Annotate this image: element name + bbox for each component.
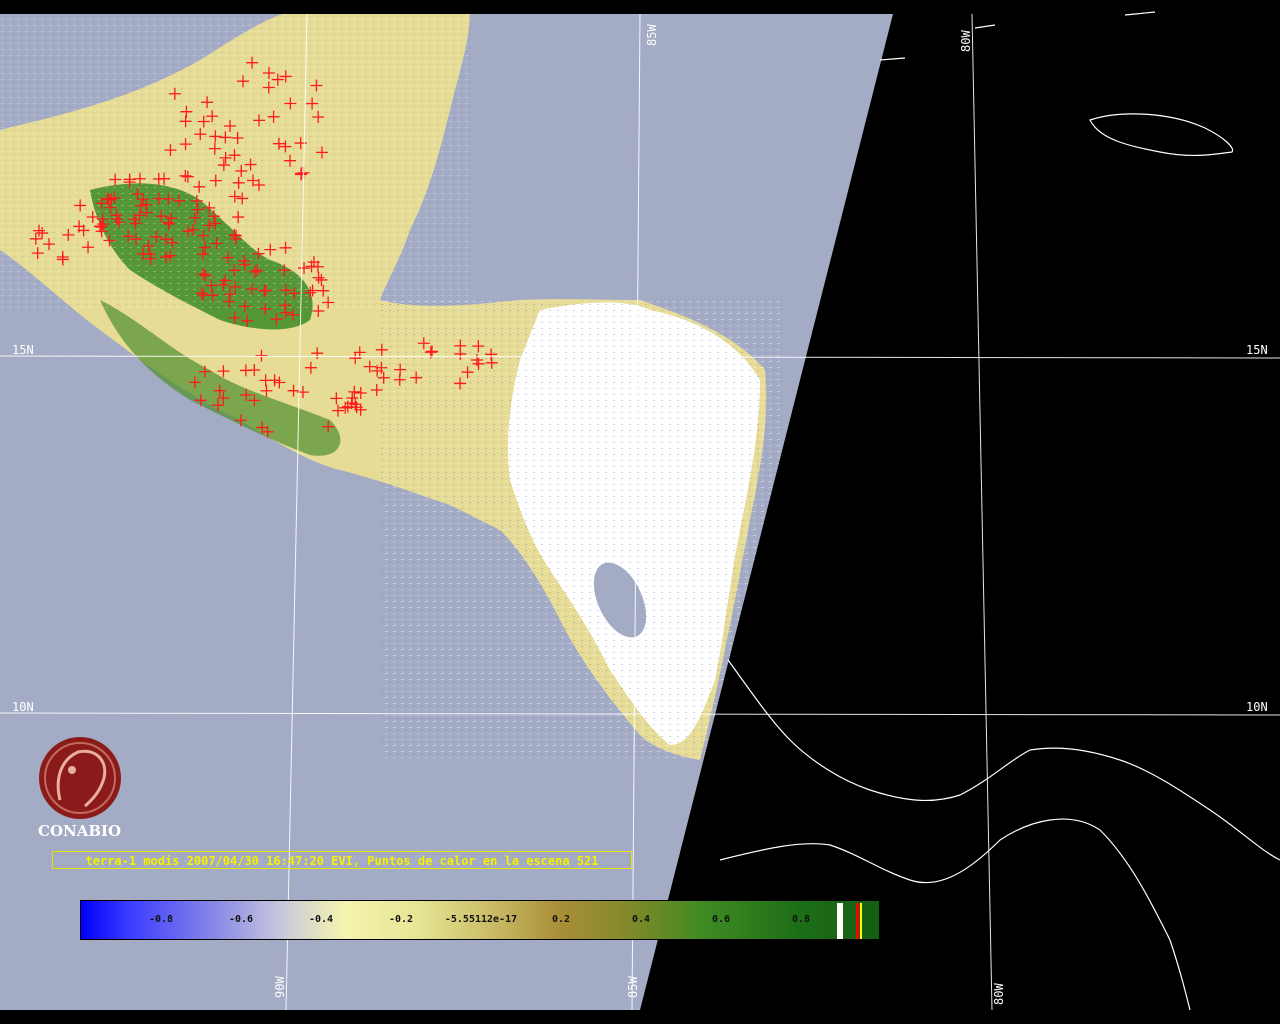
image-caption: terra-1 modis 2007/04/30 16:47:20 EVI, P…: [52, 851, 632, 869]
colorbar-swatch-white: [837, 903, 843, 939]
label-10n-right: 10N: [1246, 700, 1268, 714]
label-15n-left: 15N: [12, 343, 34, 357]
label-15n-right: 15N: [1246, 343, 1268, 357]
label-85w-bottom: 85W: [626, 976, 640, 998]
label-90w-bottom: 90W: [273, 976, 287, 998]
label-80w-top: 80W: [959, 30, 973, 52]
colorbar-tick: 0.4: [631, 914, 651, 925]
colorbar-swatch-yellow: [860, 903, 862, 939]
logo-text: CONABIO: [38, 822, 122, 840]
satellite-map: 15N 15N 10N 10N 85W 80W 90W 85W 80W: [0, 0, 1280, 1024]
label-80w-bottom: 80W: [992, 983, 1006, 1005]
colorbar-tick: 0.2: [551, 914, 571, 925]
colorbar-tick: -0.6: [228, 914, 254, 925]
conabio-logo: [39, 737, 121, 819]
colorbar-tick: 0.6: [711, 914, 731, 925]
label-10n-left: 10N: [12, 700, 34, 714]
colorbar-tick: -0.4: [308, 914, 334, 925]
colorbar-swatch-red: [856, 903, 859, 939]
colorbar-tick: 0.8: [791, 914, 811, 925]
colorbar-tick: -5.55112e-17: [444, 914, 518, 925]
colorbar-tick: -0.8: [148, 914, 174, 925]
colorbar-tick: -0.2: [388, 914, 414, 925]
evi-colorbar: -0.8 -0.6 -0.4 -0.2 -5.55112e-17 0.2 0.4…: [80, 900, 880, 940]
label-85w-top: 85W: [645, 24, 659, 46]
